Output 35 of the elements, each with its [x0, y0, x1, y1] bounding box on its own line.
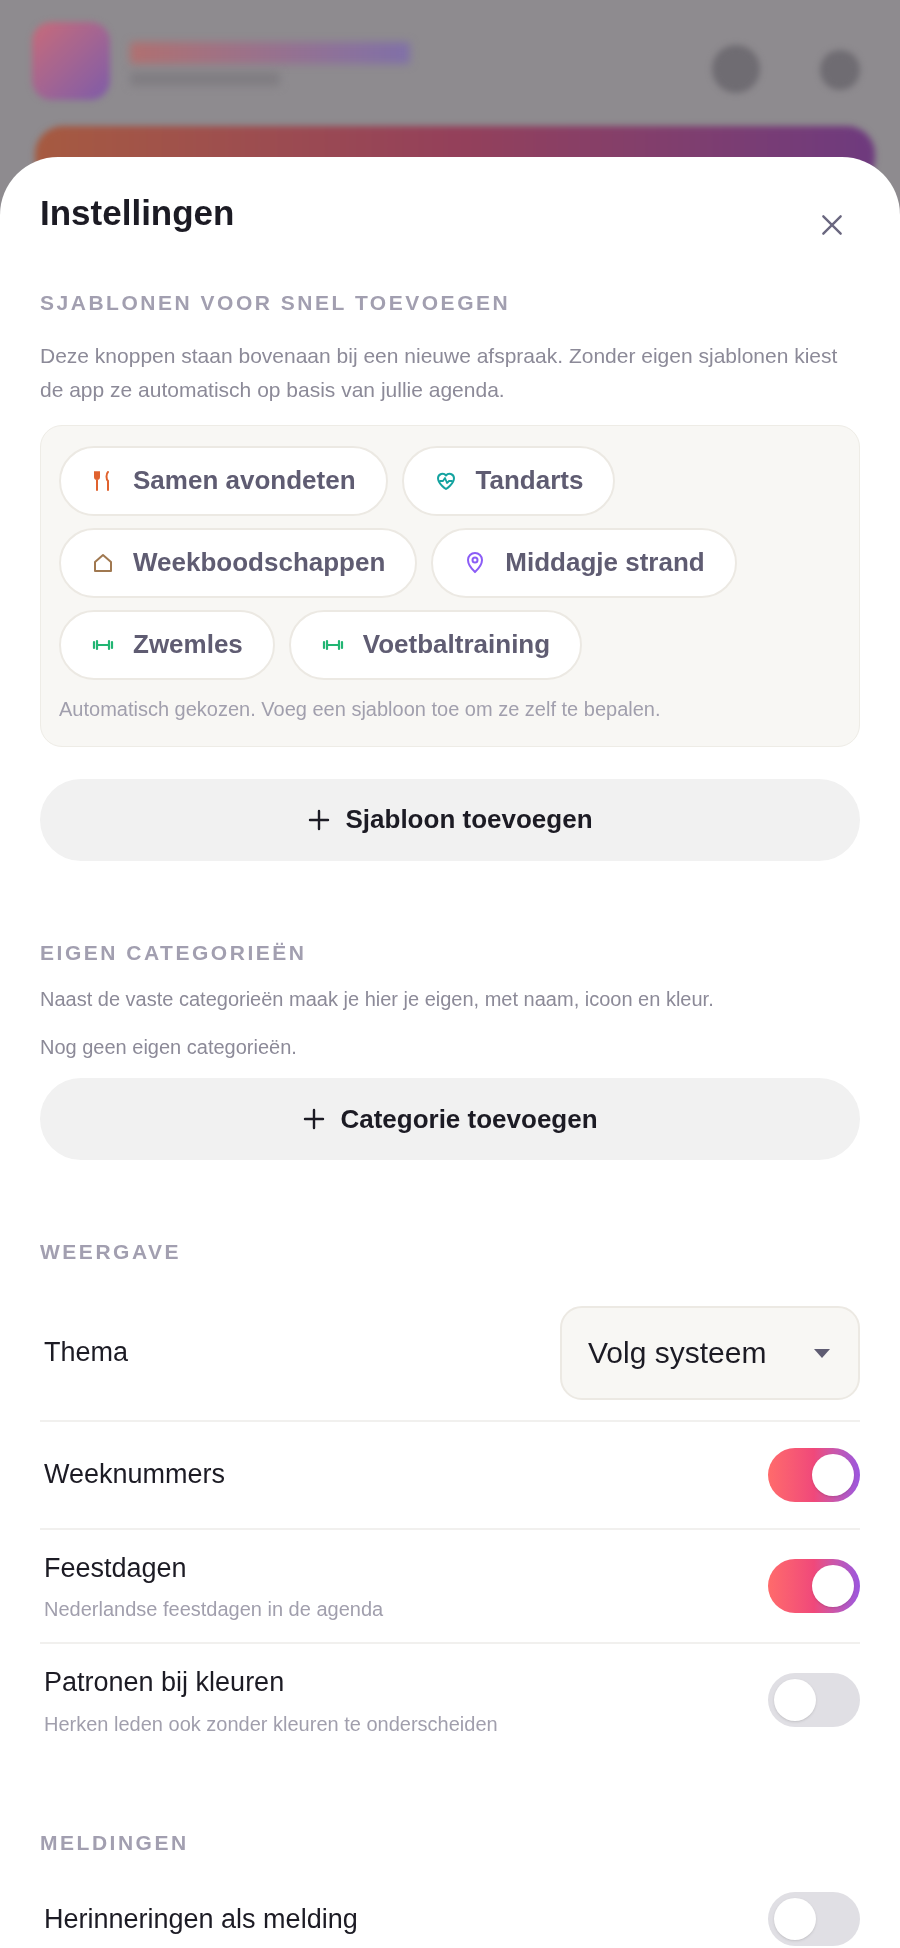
section-heading: WEERGAVE [40, 1239, 183, 1265]
section-description: Naast de vaste categorieën maak je hier je eigen, met naam, icoon en kleur. [40, 987, 715, 1012]
add-button[interactable]: Sjabloon toevoegen [40, 778, 860, 861]
setting-label: Herinneringen als melding [44, 1902, 358, 1936]
toggle-switch[interactable] [768, 1673, 860, 1728]
plus-icon [302, 1107, 327, 1131]
template-chip[interactable]: Tandarts [401, 445, 616, 516]
panel-note: Automatisch gekozen. Voeg een sjabloon toe om ze zelf te bepalen. [59, 696, 662, 722]
section-heading: SJABLONEN VOOR SNEL TOEVOEGEN [40, 290, 512, 316]
plus-icon [307, 807, 332, 832]
template-chip[interactable]: Zwemles [59, 609, 275, 680]
setting-label: Thema [43, 1336, 129, 1370]
blurred-icon [820, 50, 860, 90]
setting-label: Weeknummers [44, 1458, 226, 1492]
template-chip[interactable]: Middagje strand [431, 527, 737, 598]
caret-down-icon [812, 1346, 832, 1359]
setting-label: Feestdagen [44, 1551, 188, 1585]
setting-hint: Nederlandse feestdagen in de agenda [44, 1597, 384, 1622]
template-chip[interactable]: Voetbaltraining [288, 609, 583, 680]
toggle-switch[interactable] [768, 1447, 860, 1502]
theme-select[interactable]: Volg systeem [560, 1305, 860, 1400]
setting-hint: Herken leden ook zonder kleuren te onderscheiden [44, 1711, 498, 1737]
section-description: Deze knoppen staan bovenaan bij een nieuwe afspraak. Zonder eigen sjablonen kiest de app ze automatisch op basis van jullie agenda. [40, 342, 839, 403]
template-chip[interactable]: Weekboodschappen [59, 527, 418, 598]
toggle-switch[interactable] [768, 1558, 860, 1613]
section-heading: MELDINGEN [40, 1829, 190, 1856]
blurred-icon [712, 45, 760, 93]
section-heading: EIGEN CATEGORIEËN [40, 939, 308, 966]
sheet-title: Instellingen [40, 192, 235, 234]
add-button[interactable]: Categorie toevoegen [40, 1078, 860, 1160]
setting-label: Patronen bij kleuren [44, 1666, 286, 1699]
close-icon [819, 212, 845, 238]
toggle-switch[interactable] [768, 1892, 860, 1946]
empty-message: Nog geen eigen categorieën. [40, 1035, 298, 1060]
template-chip[interactable]: Samen avondeten [59, 445, 388, 516]
